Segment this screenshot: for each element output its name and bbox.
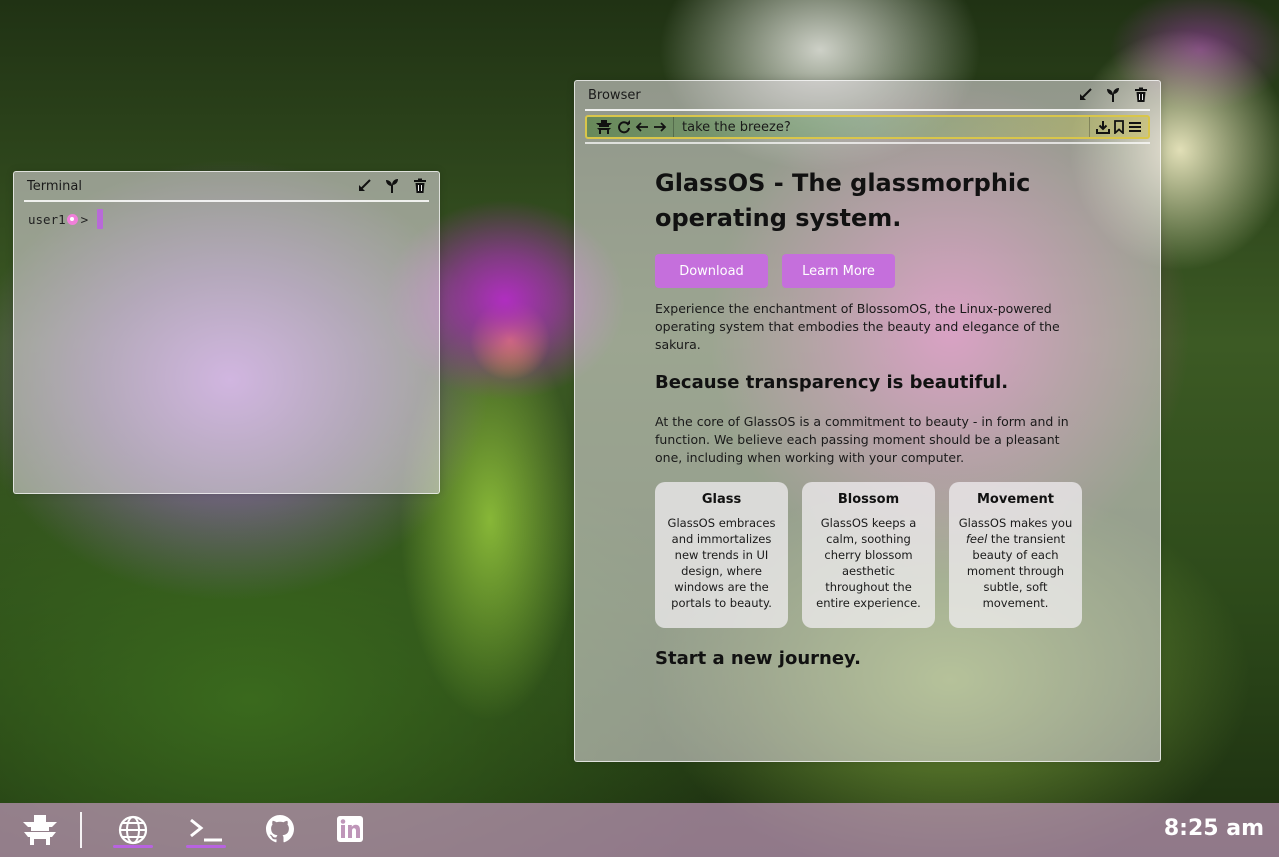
intro-paragraph: Experience the enchantment of BlossomOS,…: [655, 301, 1060, 352]
section-heading: Because transparency is beautiful.: [655, 372, 1009, 393]
sprout-icon[interactable]: [1104, 86, 1122, 104]
linkedin-icon[interactable]: [330, 809, 370, 849]
terminal-title: Terminal: [27, 178, 82, 194]
minimize-icon[interactable]: [355, 177, 373, 195]
bookmark-icon[interactable]: [1113, 120, 1125, 134]
reload-icon[interactable]: [617, 120, 631, 134]
browser-window[interactable]: Browser take the breeze? GlassOS - The g…: [574, 80, 1161, 762]
body-paragraph: At the core of GlassOS is a commitment t…: [655, 414, 1069, 465]
learn-more-button[interactable]: Learn More: [782, 254, 895, 288]
card-title: Glass: [701, 492, 742, 507]
back-arrow-icon[interactable]: [635, 120, 649, 134]
card-text: GlassOS keeps a calm, soothing cherry bl…: [816, 516, 921, 610]
prompt-user: user1: [28, 211, 66, 227]
forward-arrow-icon[interactable]: [653, 120, 667, 134]
taskbar: 8:25 am: [0, 803, 1279, 857]
card-title: Blossom: [837, 492, 900, 507]
terminal-cursor: [97, 209, 104, 229]
trash-icon[interactable]: [1132, 86, 1150, 104]
feature-cards: Glass GlassOS embraces and immortalizes …: [655, 482, 1085, 628]
running-indicator: [186, 845, 226, 848]
pagoda-icon[interactable]: [595, 120, 613, 134]
minimize-icon[interactable]: [1076, 86, 1094, 104]
browser-title: Browser: [588, 87, 641, 103]
page-content: GlassOS - The glassmorphic operating sys…: [575, 144, 1085, 669]
feature-card-movement: Movement GlassOS makes you feel the tran…: [949, 482, 1082, 628]
feature-card-glass: Glass GlassOS embraces and immortalizes …: [655, 482, 788, 628]
prompt-symbol: >: [80, 211, 89, 227]
pagoda-icon[interactable]: [20, 810, 60, 850]
browser-titlebar[interactable]: Browser: [585, 81, 1150, 111]
feature-card-blossom: Blossom GlassOS keeps a calm, soothing c…: [802, 482, 935, 628]
flower-icon: [66, 213, 78, 225]
running-indicator: [113, 845, 153, 848]
menu-icon[interactable]: [1128, 120, 1142, 134]
github-icon[interactable]: [260, 809, 300, 849]
globe-icon[interactable]: [113, 810, 153, 850]
sprout-icon[interactable]: [383, 177, 401, 195]
download-button[interactable]: Download: [655, 254, 768, 288]
card-text: GlassOS makes you feel the transient bea…: [958, 516, 1073, 610]
url-input[interactable]: [674, 116, 1089, 138]
terminal-body[interactable]: user1 >: [14, 202, 439, 236]
taskbar-separator: [80, 812, 82, 848]
page-heading: GlassOS - The glassmorphic operating sys…: [655, 169, 1031, 232]
terminal-window[interactable]: Terminal user1 >: [13, 171, 440, 494]
terminal-icon[interactable]: [186, 810, 226, 850]
card-text: GlassOS embraces and immortalizes new tr…: [667, 516, 776, 610]
terminal-titlebar[interactable]: Terminal: [24, 172, 429, 202]
card-title: Movement: [977, 492, 1054, 507]
trash-icon[interactable]: [411, 177, 429, 195]
download-icon[interactable]: [1096, 120, 1110, 134]
clock: 8:25 am: [1163, 816, 1264, 841]
journey-heading: Start a new journey.: [655, 648, 861, 669]
address-bar: [585, 115, 1150, 139]
